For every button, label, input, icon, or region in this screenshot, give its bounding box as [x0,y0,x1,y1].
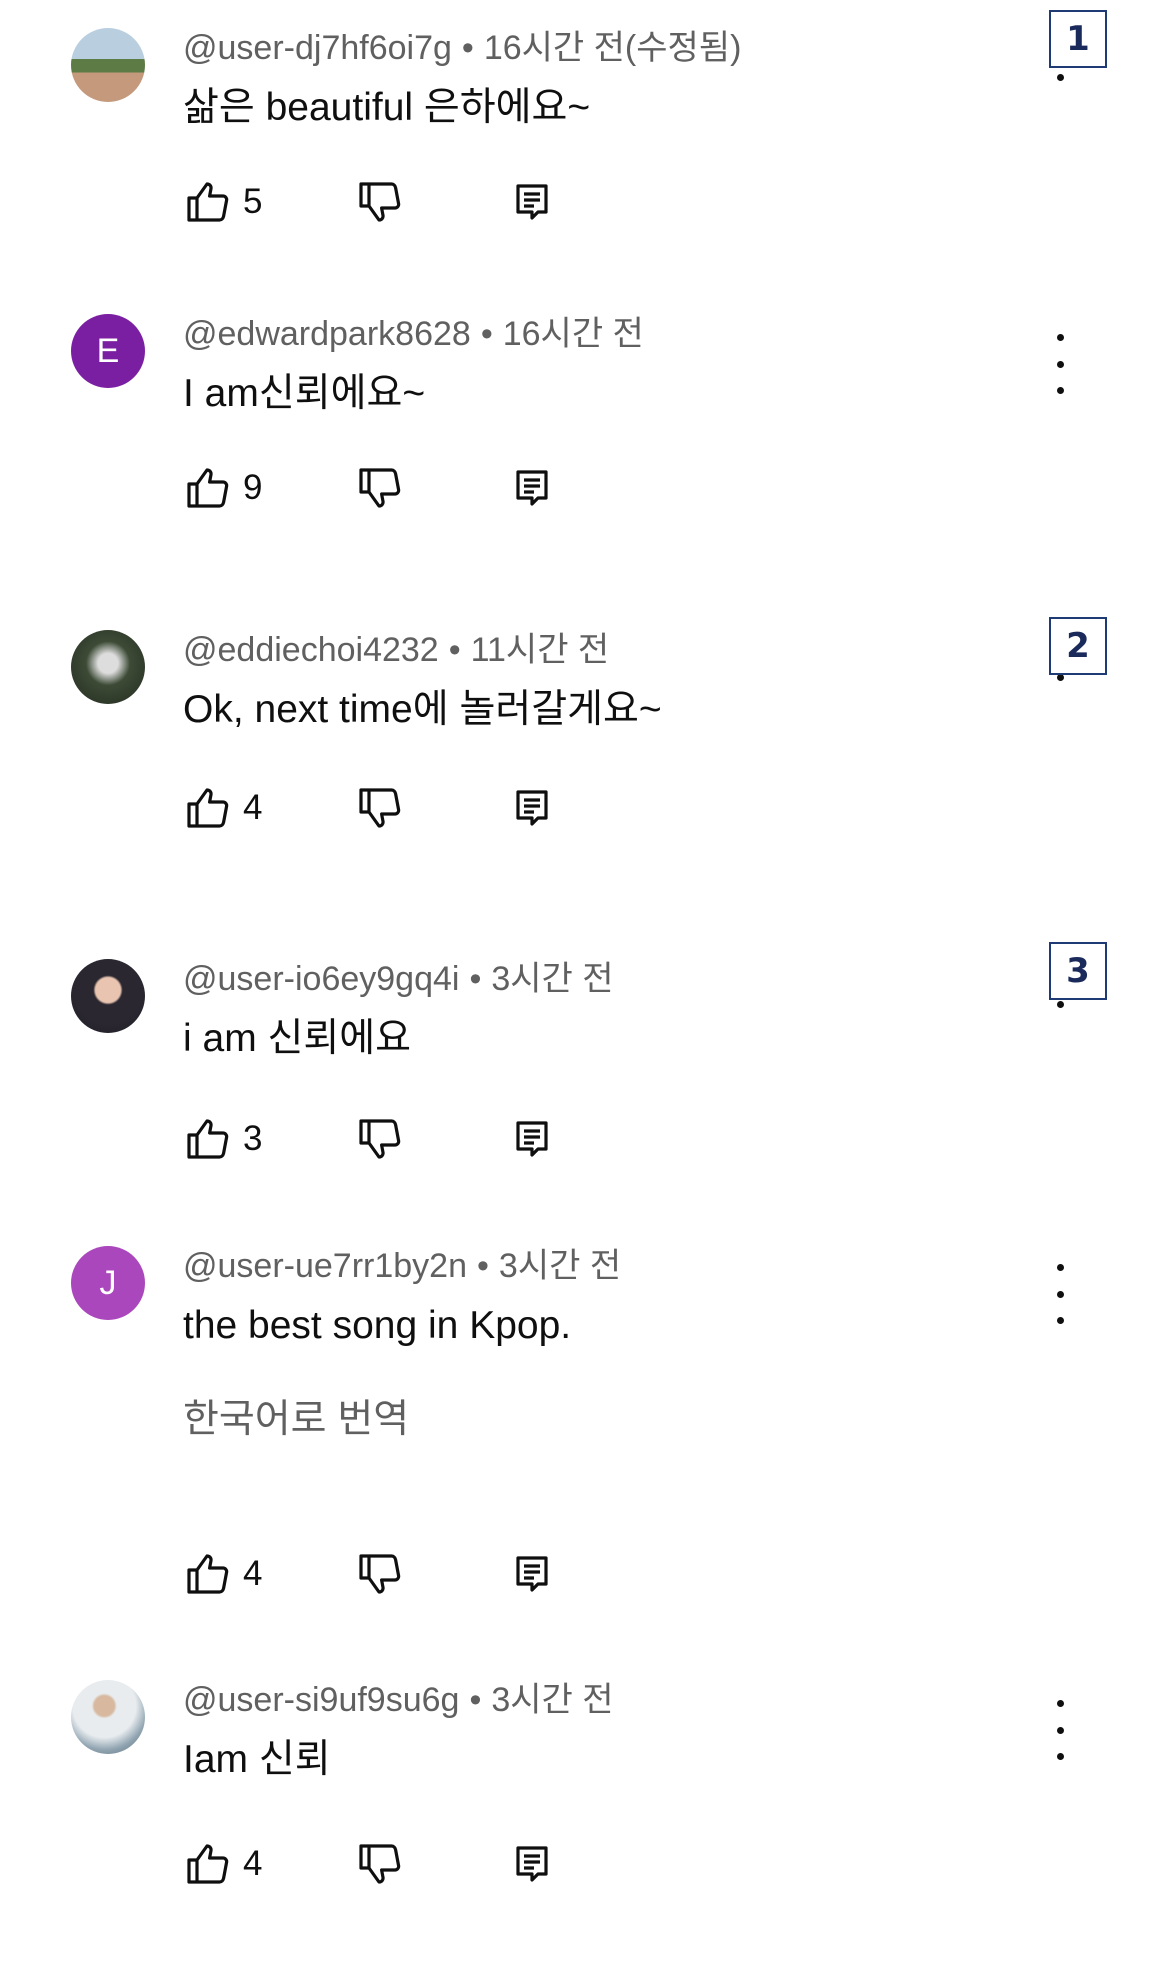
comment-time: 16시간 전 [502,315,644,353]
more-options-icon[interactable] [1044,1700,1076,1760]
menu-icon[interactable] [1057,1001,1064,1008]
comment-item: E @edwardpark8628 • 16시간 전 I am신뢰에요~ 9 [0,314,1170,534]
comment-item: @user-si9uf9su6g • 3시간 전 Iam 신뢰 4 [0,1680,1170,1920]
comment-actions: 5 [183,178,583,234]
comment-username[interactable]: @eddiechoi4232 [183,631,439,669]
reply-icon[interactable] [508,464,556,512]
like-icon[interactable] [183,464,231,512]
like-count: 4 [243,1554,263,1593]
reply-icon[interactable] [508,1115,556,1163]
like-count: 3 [243,1119,263,1158]
comment-meta: @user-ue7rr1by2n • 3시간 전 [183,1246,621,1286]
comment-username[interactable]: @user-si9uf9su6g [183,1681,459,1719]
avatar[interactable] [71,630,145,704]
comment-meta: @edwardpark8628 • 16시간 전 [183,314,644,354]
comment-username[interactable]: @user-io6ey9gq4i [183,960,459,998]
annotation-badge-2: 2 [1049,617,1107,675]
comment-time: 11시간 전 [470,631,610,669]
comment-time: 3시간 전 [491,1681,614,1719]
comment-time: 16시간 전(수정됨) [483,29,742,67]
comment-item: @user-io6ey9gq4i • 3시간 전 i am 신뢰에요 3 [0,959,1170,1179]
like-count: 4 [243,788,263,827]
menu-icon[interactable] [1057,674,1064,681]
avatar[interactable] [71,1680,145,1754]
comment-username[interactable]: @user-ue7rr1by2n [183,1247,467,1285]
like-icon[interactable] [183,178,231,226]
comment-username[interactable]: @user-dj7hf6oi7g [183,29,452,67]
comment-username[interactable]: @edwardpark8628 [183,315,471,353]
comment-actions: 4 [183,784,583,840]
like-count: 9 [243,468,263,507]
separator-dot: • [469,1681,482,1719]
reply-icon[interactable] [508,1840,556,1888]
separator-dot: • [469,960,482,998]
menu-icon[interactable] [1057,74,1064,81]
comment-meta: @user-si9uf9su6g • 3시간 전 [183,1680,614,1720]
comment-meta: @eddiechoi4232 • 11시간 전 [183,630,609,670]
comment-time: 3시간 전 [498,1247,622,1285]
comment-item: @user-dj7hf6oi7g • 16시간 전(수정됨) 삶은 beautifu… [0,28,1170,248]
avatar[interactable]: J [71,1246,145,1320]
separator-dot: • [477,1247,489,1285]
comment-item: J @user-ue7rr1by2n • 3시간 전 the best song i… [0,1246,1170,1593]
dislike-icon[interactable] [355,464,403,512]
annotation-badge-3: 3 [1049,942,1107,1000]
comment-meta: @user-dj7hf6oi7g • 16시간 전(수정됨) [183,28,741,68]
avatar[interactable]: E [71,314,145,388]
separator-dot: • [461,29,474,67]
separator-dot: • [480,315,493,353]
dislike-icon[interactable] [355,178,403,226]
avatar-letter: J [99,1263,117,1302]
like-count: 4 [243,1844,263,1883]
comment-text: Ok, next time에 놀러갈게요~ [183,688,662,731]
avatar-letter: E [96,331,120,370]
reply-icon[interactable] [508,1550,556,1598]
like-icon[interactable] [183,1115,231,1163]
more-options-icon[interactable] [1044,334,1076,394]
comment-text: 삶은 beautiful 은하에요~ [183,86,591,129]
comment-actions: 4 [183,1840,583,1896]
more-options-icon[interactable] [1044,1264,1076,1324]
comment-text: i am 신뢰에요 [183,1017,412,1060]
reply-icon[interactable] [508,178,556,226]
comment-time: 3시간 전 [491,960,614,998]
translate-link[interactable]: 한국어로 번역 [183,1396,409,1444]
comment-item: @eddiechoi4232 • 11시간 전 Ok, next time에 놀러갈… [0,630,1170,850]
like-icon[interactable] [183,1550,231,1598]
comment-meta: @user-io6ey9gq4i • 3시간 전 [183,959,614,999]
dislike-icon[interactable] [355,1550,403,1598]
dislike-icon[interactable] [355,1115,403,1163]
comment-actions: 9 [183,464,583,520]
separator-dot: • [448,631,461,669]
reply-icon[interactable] [508,784,556,832]
comment-text: the best song in Kpop. [183,1304,572,1347]
comment-text: Iam 신뢰 [183,1738,331,1781]
comment-actions: 3 [183,1115,583,1171]
comment-actions: 4 [183,1550,583,1606]
like-icon[interactable] [183,1840,231,1888]
like-count: 5 [243,182,263,221]
annotation-badge-1: 1 [1049,10,1107,68]
like-icon[interactable] [183,784,231,832]
dislike-icon[interactable] [355,784,403,832]
avatar[interactable] [71,28,145,102]
avatar[interactable] [71,959,145,1033]
dislike-icon[interactable] [355,1840,403,1888]
comment-text: I am신뢰에요~ [183,372,426,415]
